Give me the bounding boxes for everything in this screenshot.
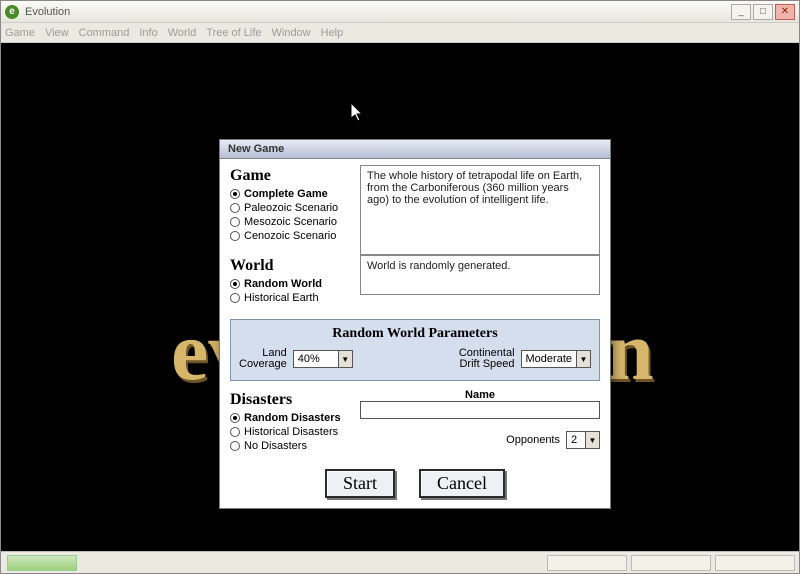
drift-speed-label: ContinentalDrift Speed bbox=[459, 348, 515, 370]
name-label: Name bbox=[360, 389, 600, 401]
radio-complete-game[interactable]: Complete Game bbox=[230, 187, 352, 201]
game-radio-group: Complete Game Paleozoic Scenario Mesozoi… bbox=[230, 187, 352, 243]
radio-historical-earth[interactable]: Historical Earth bbox=[230, 291, 352, 305]
chevron-down-icon: ▼ bbox=[585, 432, 599, 448]
chevron-down-icon: ▼ bbox=[576, 351, 590, 367]
radio-no-disasters[interactable]: No Disasters bbox=[230, 439, 352, 453]
menu-window[interactable]: Window bbox=[272, 27, 311, 39]
close-button[interactable]: ✕ bbox=[775, 4, 795, 20]
chevron-down-icon: ▼ bbox=[338, 351, 352, 367]
menu-view[interactable]: View bbox=[45, 27, 69, 39]
menu-info[interactable]: Info bbox=[139, 27, 157, 39]
menu-command[interactable]: Command bbox=[79, 27, 130, 39]
status-progress bbox=[7, 555, 77, 571]
opponents-label: Opponents bbox=[506, 434, 560, 446]
disasters-heading: Disasters bbox=[230, 391, 352, 409]
radio-paleozoic[interactable]: Paleozoic Scenario bbox=[230, 201, 352, 215]
game-viewport: ev n New Game Game Complete Game Paleozo… bbox=[1, 43, 799, 551]
cursor-icon bbox=[351, 103, 365, 123]
game-description: The whole history of tetrapodal life on … bbox=[360, 165, 600, 255]
menubar: Game View Command Info World Tree of Lif… bbox=[1, 23, 799, 43]
radio-historical-disasters[interactable]: Historical Disasters bbox=[230, 425, 352, 439]
radio-random-disasters[interactable]: Random Disasters bbox=[230, 411, 352, 425]
world-heading: World bbox=[230, 257, 352, 275]
drift-speed-select[interactable]: Moderate ▼ bbox=[521, 350, 591, 368]
start-button[interactable]: Start bbox=[325, 469, 395, 498]
dialog-title: New Game bbox=[220, 140, 610, 159]
maximize-button[interactable]: □ bbox=[753, 4, 773, 20]
land-coverage-label: LandCoverage bbox=[239, 348, 287, 370]
status-cell bbox=[715, 555, 795, 571]
radio-cenozoic[interactable]: Cenozoic Scenario bbox=[230, 229, 352, 243]
new-game-dialog: New Game Game Complete Game Paleozoic Sc… bbox=[219, 139, 611, 509]
name-input[interactable] bbox=[360, 401, 600, 419]
status-cell bbox=[547, 555, 627, 571]
titlebar: e Evolution _ □ ✕ bbox=[1, 1, 799, 23]
land-coverage-select[interactable]: 40% ▼ bbox=[293, 350, 353, 368]
menu-tree-of-life[interactable]: Tree of Life bbox=[206, 27, 261, 39]
menu-help[interactable]: Help bbox=[321, 27, 344, 39]
random-world-parameters: Random World Parameters LandCoverage 40%… bbox=[230, 319, 600, 381]
radio-random-world[interactable]: Random World bbox=[230, 277, 352, 291]
disasters-radio-group: Random Disasters Historical Disasters No… bbox=[230, 411, 352, 453]
status-cell bbox=[631, 555, 711, 571]
radio-mesozoic[interactable]: Mesozoic Scenario bbox=[230, 215, 352, 229]
opponents-select[interactable]: 2 ▼ bbox=[566, 431, 600, 449]
cancel-button[interactable]: Cancel bbox=[419, 469, 505, 498]
world-description: World is randomly generated. bbox=[360, 255, 600, 295]
params-title: Random World Parameters bbox=[239, 326, 591, 342]
window-title: Evolution bbox=[25, 6, 70, 18]
app-window: e Evolution _ □ ✕ Game View Command Info… bbox=[0, 0, 800, 574]
menu-game[interactable]: Game bbox=[5, 27, 35, 39]
logo-text-right: n bbox=[607, 303, 654, 400]
app-icon: e bbox=[5, 5, 19, 19]
minimize-button[interactable]: _ bbox=[731, 4, 751, 20]
menu-world[interactable]: World bbox=[168, 27, 197, 39]
statusbar bbox=[1, 551, 799, 573]
world-radio-group: Random World Historical Earth bbox=[230, 277, 352, 305]
game-heading: Game bbox=[230, 167, 352, 185]
